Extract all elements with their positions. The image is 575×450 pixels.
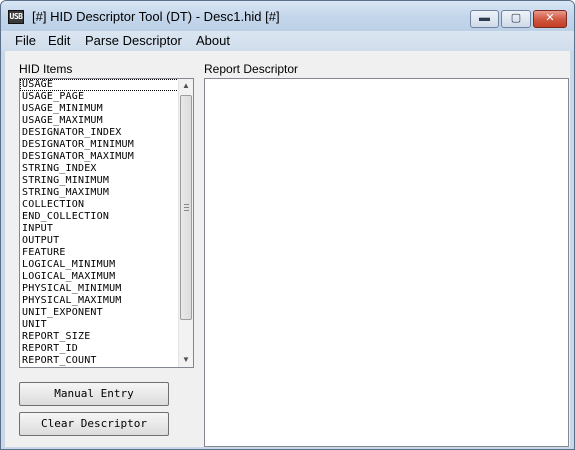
list-scrollbar[interactable]: ▲ ▼ [178,79,193,367]
client-area: HID Items Report Descriptor USAGE USAGE_P… [5,51,570,447]
list-item[interactable]: STRING_INDEX [20,163,179,175]
window-title: [#] HID Descriptor Tool (DT) - Desc1.hid… [32,9,280,24]
list-item[interactable]: REPORT_COUNT [20,355,179,367]
list-item[interactable]: INPUT [20,223,179,235]
list-item[interactable]: LOGICAL_MINIMUM [20,259,179,271]
close-button[interactable]: ✕ [533,10,567,28]
title-bar[interactable]: USB [#] HID Descriptor Tool (DT) - Desc1… [1,1,574,31]
list-item[interactable]: USAGE_PAGE [20,91,179,103]
menu-parse-descriptor[interactable]: Parse Descriptor [85,33,182,48]
scroll-thumb[interactable] [180,95,192,320]
hid-items-listbox[interactable]: USAGE USAGE_PAGE USAGE_MINIMUM USAGE_MAXIMU… [19,78,194,368]
menu-about[interactable]: About [196,33,230,48]
menu-edit[interactable]: Edit [48,33,70,48]
list-item[interactable]: PHYSICAL_MINIMUM [20,283,179,295]
clear-descriptor-button[interactable]: Clear Descriptor [19,412,169,436]
list-item[interactable]: STRING_MAXIMUM [20,187,179,199]
scroll-up-arrow-icon[interactable]: ▲ [179,79,193,93]
list-item[interactable]: STRING_MINIMUM [20,175,179,187]
scroll-down-arrow-icon[interactable]: ▼ [179,353,193,367]
list-item[interactable]: END_COLLECTION [20,211,179,223]
manual-entry-button[interactable]: Manual Entry [19,382,169,406]
menu-bar: File Edit Parse Descriptor About [1,31,574,51]
list-item[interactable]: OUTPUT [20,235,179,247]
app-window: USB [#] HID Descriptor Tool (DT) - Desc1… [0,0,575,450]
usb-app-icon: USB [8,10,24,24]
list-item[interactable]: UNIT [20,319,179,331]
list-item[interactable]: REPORT_ID [20,343,179,355]
list-item[interactable]: FEATURE [20,247,179,259]
report-descriptor-label: Report Descriptor [204,62,299,76]
list-item[interactable]: LOGICAL_MAXIMUM [20,271,179,283]
hid-items-label: HID Items [19,62,73,76]
list-item[interactable]: REPORT_SIZE [20,331,179,343]
grip-icon [184,204,189,211]
hid-items-list: USAGE USAGE_PAGE USAGE_MINIMUM USAGE_MAXIMU… [20,79,179,367]
list-item[interactable]: UNIT_EXPONENT [20,307,179,319]
list-item[interactable]: COLLECTION [20,199,179,211]
list-item[interactable]: DESIGNATOR_MAXIMUM [20,151,179,163]
list-item[interactable]: DESIGNATOR_MINIMUM [20,139,179,151]
maximize-button[interactable]: ▢ [501,10,531,28]
report-descriptor-pane[interactable] [204,78,569,447]
list-item[interactable]: USAGE_MINIMUM [20,103,179,115]
list-item[interactable]: DESIGNATOR_INDEX [20,127,179,139]
minimize-button[interactable]: ▬ [470,10,499,28]
list-item[interactable]: USAGE [20,79,179,91]
menu-file[interactable]: File [15,33,36,48]
list-item[interactable]: PHYSICAL_MAXIMUM [20,295,179,307]
list-item[interactable]: USAGE_MAXIMUM [20,115,179,127]
